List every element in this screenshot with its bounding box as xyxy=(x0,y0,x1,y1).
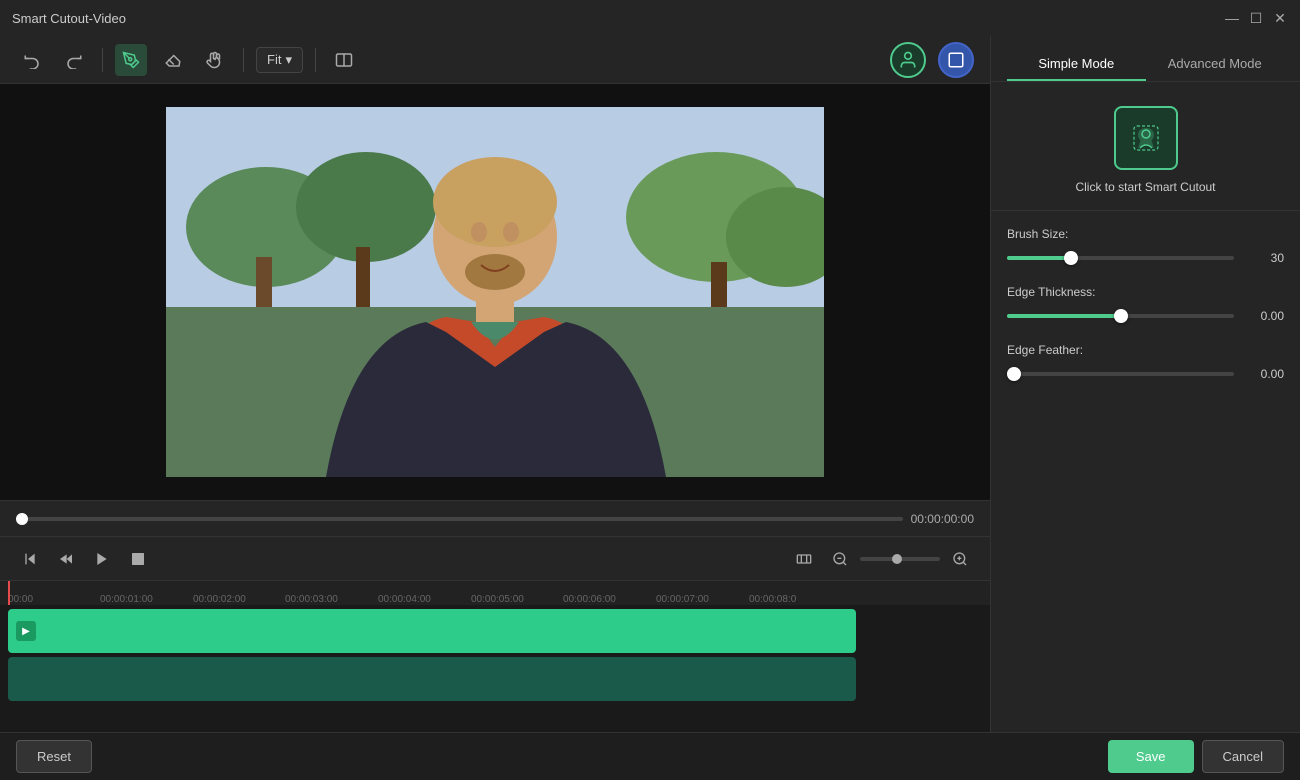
tab-simple-mode[interactable]: Simple Mode xyxy=(1007,48,1146,81)
track-icon: ▶ xyxy=(16,621,36,641)
zoom-slider[interactable] xyxy=(860,557,940,561)
ruler-mark-8: 00:00:08:0 xyxy=(749,594,796,605)
ruler-mark-2: 00:00:02:00 xyxy=(193,594,246,605)
undo-button[interactable] xyxy=(16,44,48,76)
audio-track[interactable] xyxy=(8,657,856,701)
chevron-down-icon: ▾ xyxy=(285,52,292,68)
hand-tool-button[interactable] xyxy=(199,44,231,76)
drawing-tools-group xyxy=(115,44,231,76)
edge-thickness-fill xyxy=(1007,314,1121,318)
fit-label: Fit xyxy=(267,52,281,67)
ruler-mark-6: 00:00:06:00 xyxy=(563,594,616,605)
square-mode-icon[interactable] xyxy=(938,42,974,78)
edge-feather-value: 0.00 xyxy=(1244,367,1284,381)
redo-button[interactable] xyxy=(58,44,90,76)
timeline-ruler: 00:00 00:00:01:00 00:00:02:00 00:00:03:0… xyxy=(0,581,990,605)
ruler-mark-4: 00:00:04:00 xyxy=(378,594,431,605)
save-button[interactable]: Save xyxy=(1108,740,1194,773)
toolbar-separator xyxy=(102,48,103,72)
edge-feather-thumb[interactable] xyxy=(1007,367,1021,381)
brush-size-label: Brush Size: xyxy=(1007,227,1284,241)
edge-thickness-slider[interactable] xyxy=(1007,314,1234,318)
edge-feather-slider[interactable] xyxy=(1007,372,1234,376)
controls-section: Brush Size: 30 Edge Thickness: xyxy=(991,211,1300,732)
stop-button[interactable] xyxy=(124,545,152,573)
edge-thickness-control: Edge Thickness: 0.00 xyxy=(1007,285,1284,323)
cancel-button[interactable]: Cancel xyxy=(1202,740,1284,773)
bottom-bar: Reset Save Cancel xyxy=(0,732,1300,780)
timeline-area: 00:00 00:00:01:00 00:00:02:00 00:00:03:0… xyxy=(0,580,990,732)
action-buttons: Save Cancel xyxy=(1108,740,1284,773)
ruler-mark-7: 00:00:07:00 xyxy=(656,594,709,605)
tab-advanced-mode[interactable]: Advanced Mode xyxy=(1146,48,1285,81)
right-panel: Simple Mode Advanced Mode Click to start… xyxy=(990,36,1300,732)
person-mode-icon[interactable] xyxy=(890,42,926,78)
minimize-button[interactable]: — xyxy=(1224,10,1240,26)
time-display: 00:00:00:00 xyxy=(911,512,974,526)
edge-feather-control: Edge Feather: 0.00 xyxy=(1007,343,1284,381)
ruler-mark-5: 00:00:05:00 xyxy=(471,594,524,605)
smart-cutout-section: Click to start Smart Cutout xyxy=(991,82,1300,211)
eraser-button[interactable] xyxy=(157,44,189,76)
close-button[interactable]: ✕ xyxy=(1272,10,1288,26)
edge-feather-label: Edge Feather: xyxy=(1007,343,1284,357)
pen-tool-button[interactable] xyxy=(115,44,147,76)
toolbar: Fit ▾ xyxy=(0,36,990,84)
toolbar-separator-3 xyxy=(315,48,316,72)
video-content xyxy=(166,107,824,477)
edge-thickness-thumb[interactable] xyxy=(1114,309,1128,323)
brush-size-control: Brush Size: 30 xyxy=(1007,227,1284,265)
mode-tabs: Simple Mode Advanced Mode xyxy=(991,36,1300,82)
video-area xyxy=(0,84,990,500)
brush-size-value: 30 xyxy=(1244,251,1284,265)
fit-dropdown[interactable]: Fit ▾ xyxy=(256,47,303,73)
ruler-mark-1: 00:00:01:00 xyxy=(100,594,153,605)
playback-controls xyxy=(0,536,990,580)
undo-redo-group xyxy=(16,44,90,76)
edge-feather-slider-row: 0.00 xyxy=(1007,367,1284,381)
app-title: Smart Cutout-Video xyxy=(12,11,126,26)
window-controls: — ☐ ✕ xyxy=(1224,10,1288,26)
progress-bar[interactable] xyxy=(16,517,903,521)
ruler-mark-3: 00:00:03:00 xyxy=(285,594,338,605)
cutout-label: Click to start Smart Cutout xyxy=(1075,180,1215,194)
main-layout: Fit ▾ xyxy=(0,36,1300,732)
brush-size-thumb[interactable] xyxy=(1064,251,1078,265)
edge-thickness-slider-row: 0.00 xyxy=(1007,309,1284,323)
play-button[interactable] xyxy=(88,545,116,573)
ruler-mark-0: 00:00 xyxy=(8,594,33,605)
zoom-thumb[interactable] xyxy=(892,554,902,564)
video-track[interactable]: ▶ xyxy=(8,609,856,653)
edge-thickness-value: 0.00 xyxy=(1244,309,1284,323)
left-panel: Fit ▾ xyxy=(0,36,990,732)
play-slow-button[interactable] xyxy=(52,545,80,573)
zoom-in-button[interactable] xyxy=(946,545,974,573)
compare-button[interactable] xyxy=(328,44,360,76)
smart-cutout-button[interactable] xyxy=(1114,106,1178,170)
reset-button[interactable]: Reset xyxy=(16,740,92,773)
progress-thumb[interactable] xyxy=(16,513,28,525)
video-frame xyxy=(166,107,824,477)
zoom-controls xyxy=(826,545,974,573)
brush-size-fill xyxy=(1007,256,1071,260)
zoom-out-button[interactable] xyxy=(826,545,854,573)
expand-button[interactable] xyxy=(790,545,818,573)
step-back-button[interactable] xyxy=(16,545,44,573)
toolbar-separator-2 xyxy=(243,48,244,72)
brush-size-slider[interactable] xyxy=(1007,256,1234,260)
titlebar: Smart Cutout-Video — ☐ ✕ xyxy=(0,0,1300,36)
brush-size-slider-row: 30 xyxy=(1007,251,1284,265)
timeline-tracks: ▶ xyxy=(0,605,990,705)
maximize-button[interactable]: ☐ xyxy=(1248,10,1264,26)
timeline-controls: 00:00:00:00 xyxy=(0,500,990,536)
edge-thickness-label: Edge Thickness: xyxy=(1007,285,1284,299)
timeline-playhead[interactable] xyxy=(8,581,10,605)
